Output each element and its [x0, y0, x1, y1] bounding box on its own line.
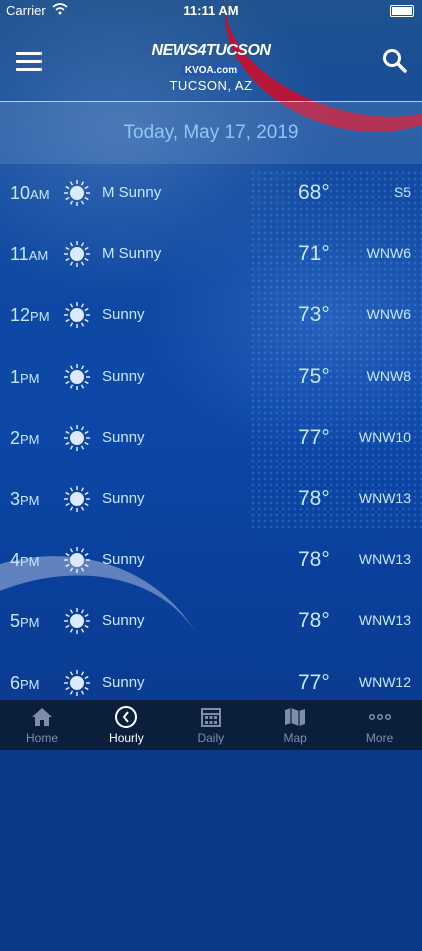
- sun-icon: [63, 485, 91, 513]
- station-logo: NEWS4TUCSON KVOA.com: [0, 42, 422, 78]
- sun-icon: [63, 607, 91, 635]
- status-time: 11:11 AM: [183, 3, 239, 18]
- hour-ampm: PM: [20, 431, 40, 447]
- sun-icon: [63, 363, 91, 391]
- tab-more[interactable]: More: [338, 700, 422, 750]
- map-icon: [283, 705, 307, 729]
- hour-row[interactable]: 5PM Sunny 78° WNW13: [0, 591, 422, 652]
- hour-row[interactable]: 10AM M Sunny 68° S5: [0, 163, 422, 224]
- tab-map[interactable]: Map: [253, 700, 337, 750]
- hour-ampm: AM: [30, 187, 50, 202]
- tab-bar: Home Hourly Daily Map More: [0, 700, 422, 750]
- hour-temperature: 78°: [298, 609, 330, 633]
- sun-icon: [63, 546, 91, 574]
- hour-ampm: PM: [30, 309, 50, 325]
- hour-time: 2PM: [10, 428, 40, 449]
- tab-daily[interactable]: Daily: [169, 700, 253, 750]
- hour-condition: Sunny: [102, 367, 145, 385]
- date-band: Today, May 17, 2019: [0, 102, 422, 164]
- hour-condition: M Sunny: [102, 245, 162, 263]
- hour-row[interactable]: 1PM Sunny 75° WNW8: [0, 347, 422, 408]
- hour-wind: WNW13: [358, 490, 411, 506]
- hour-ampm: PM: [20, 493, 40, 508]
- home-icon: [30, 705, 54, 729]
- clock-icon: [114, 705, 138, 729]
- hour-wind: WNW13: [358, 551, 411, 568]
- hour-time: 3PM: [10, 489, 40, 510]
- hour-temperature: 73°: [298, 303, 330, 327]
- hour-value: 11: [10, 244, 29, 265]
- sun-icon: [63, 424, 91, 452]
- hour-temperature: 78°: [298, 548, 330, 572]
- sun-icon: [63, 669, 91, 697]
- hour-temperature: 68°: [298, 181, 330, 204]
- tab-label: Home: [25, 731, 58, 745]
- hour-time: 5PM: [10, 611, 40, 632]
- hour-condition: Sunny: [102, 673, 145, 691]
- logo-line1: NEWS4TUCSON: [151, 42, 271, 59]
- hour-time: 12PM: [10, 305, 50, 326]
- tab-hourly[interactable]: Hourly: [84, 700, 168, 750]
- sun-icon: [63, 240, 91, 268]
- calendar-icon: [199, 705, 223, 729]
- hour-wind: WNW13: [358, 612, 411, 629]
- hour-wind: WNW10: [358, 428, 411, 445]
- hour-condition: Sunny: [102, 612, 145, 630]
- hour-row[interactable]: 11AM M Sunny 71° WNW6: [0, 224, 422, 285]
- app-header: NEWS4TUCSON KVOA.com TUCSON, AZ: [0, 22, 422, 102]
- hour-wind: WNW12: [358, 673, 411, 690]
- hour-ampm: PM: [20, 676, 40, 692]
- hour-time: 4PM: [10, 550, 40, 571]
- sun-icon: [63, 179, 91, 207]
- hour-ampm: AM: [28, 248, 49, 264]
- hour-value: 1: [10, 366, 21, 387]
- hour-ampm: PM: [20, 554, 40, 570]
- hour-time: 1PM: [10, 367, 40, 388]
- tab-label: More: [365, 731, 394, 745]
- hour-condition: Sunny: [102, 490, 145, 507]
- hour-wind: S5: [393, 184, 411, 200]
- hour-value: 4: [10, 550, 21, 571]
- hour-value: 2: [10, 427, 21, 448]
- hour-time: 11AM: [10, 244, 48, 265]
- hour-condition: Sunny: [102, 551, 145, 569]
- hour-value: 5: [10, 611, 21, 632]
- date-title: Today, May 17, 2019: [123, 122, 299, 143]
- hour-ampm: PM: [20, 370, 40, 386]
- hour-value: 12: [10, 305, 31, 326]
- hour-wind: WNW6: [366, 245, 411, 262]
- hour-temperature: 75°: [298, 364, 330, 388]
- search-icon[interactable]: [382, 48, 408, 74]
- hour-wind: WNW8: [366, 367, 411, 384]
- hour-wind: WNW6: [366, 306, 411, 323]
- status-bar: Carrier 11:11 AM: [0, 0, 422, 22]
- tab-label: Map: [283, 731, 307, 745]
- hour-time: 10AM: [10, 183, 50, 204]
- hour-ampm: PM: [20, 615, 40, 631]
- hour-temperature: 77°: [298, 425, 330, 449]
- hour-time: 6PM: [10, 673, 40, 694]
- logo-line2: KVOA.com: [180, 65, 242, 76]
- tab-label: Hourly: [109, 731, 144, 745]
- hour-row[interactable]: 3PM Sunny 78° WNW13: [0, 469, 422, 530]
- hour-row[interactable]: 4PM Sunny 78° WNW13: [0, 530, 422, 591]
- battery-icon: [390, 5, 414, 17]
- more-icon: [368, 705, 392, 729]
- hour-temperature: 71°: [298, 242, 330, 266]
- tab-home[interactable]: Home: [0, 700, 84, 750]
- sun-icon: [63, 301, 91, 329]
- hour-value: 3: [10, 489, 21, 509]
- location-label: TUCSON, AZ: [169, 78, 253, 93]
- hour-value: 6: [10, 672, 21, 693]
- hour-condition: M Sunny: [102, 184, 162, 201]
- hour-row[interactable]: 2PM Sunny 77° WNW10: [0, 408, 422, 469]
- hour-condition: Sunny: [102, 428, 145, 446]
- tab-label: Daily: [197, 731, 225, 745]
- hour-condition: Sunny: [102, 306, 145, 324]
- hour-value: 10: [10, 183, 31, 203]
- hour-temperature: 78°: [298, 487, 330, 510]
- hour-row[interactable]: 12PM Sunny 73° WNW6: [0, 285, 422, 346]
- hour-temperature: 77°: [298, 670, 330, 694]
